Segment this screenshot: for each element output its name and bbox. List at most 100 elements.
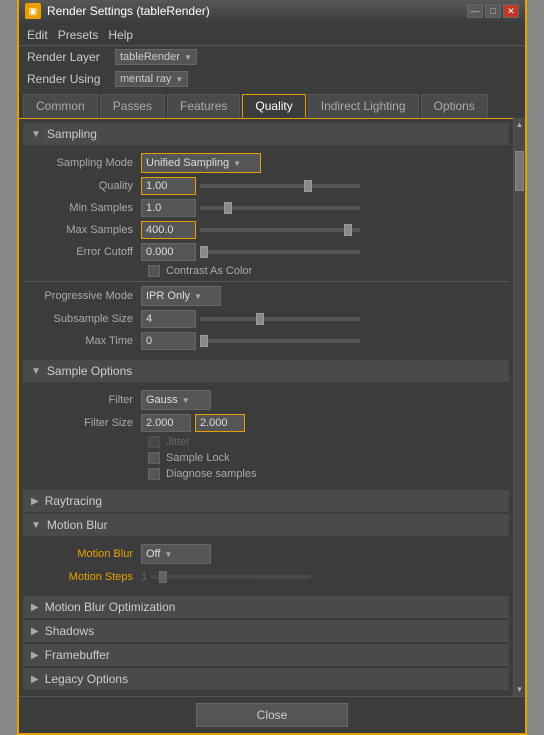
motion-blur-title: Motion Blur [47, 518, 108, 532]
progressive-mode-row: Progressive Mode IPR Only ▼ [23, 284, 509, 308]
motion-blur-optimization-header[interactable]: ▶ Motion Blur Optimization [23, 596, 509, 618]
tab-options[interactable]: Options [421, 94, 488, 118]
tab-common[interactable]: Common [23, 94, 98, 118]
close-bar: Close [19, 696, 525, 733]
max-time-input[interactable] [141, 332, 196, 350]
motion-steps-control: 1 [141, 571, 501, 583]
close-button[interactable]: Close [196, 703, 349, 727]
render-layer-dropdown[interactable]: tableRender ▼ [115, 49, 197, 65]
sampling-mode-control: Unified Sampling ▼ [141, 153, 501, 173]
tab-passes[interactable]: Passes [100, 94, 165, 118]
sampling-mode-dropdown[interactable]: Unified Sampling ▼ [141, 153, 261, 173]
sample-options-title: Sample Options [47, 364, 132, 378]
sampling-mode-arrow: ▼ [233, 159, 241, 168]
motion-steps-slider[interactable] [151, 575, 311, 579]
filter-dropdown[interactable]: Gauss ▼ [141, 390, 211, 410]
shadows-title: Shadows [45, 624, 94, 638]
diagnose-samples-checkbox[interactable] [148, 468, 160, 480]
tab-quality[interactable]: Quality [242, 94, 305, 118]
filter-size-control [141, 414, 501, 432]
sample-lock-row: Sample Lock [23, 450, 509, 466]
shadows-header[interactable]: ▶ Shadows [23, 620, 509, 642]
motion-steps-value: 1 [141, 571, 147, 583]
quality-input[interactable] [141, 177, 196, 195]
menu-edit[interactable]: Edit [27, 28, 48, 42]
motion-steps-row: Motion Steps 1 [23, 566, 509, 588]
tab-features[interactable]: Features [167, 94, 240, 118]
sample-options-toggle-icon: ▼ [31, 366, 41, 377]
max-samples-input[interactable] [141, 221, 196, 239]
min-samples-row: Min Samples [23, 197, 509, 219]
render-using-row: Render Using mental ray ▼ [19, 68, 525, 90]
window-close-button[interactable]: ✕ [503, 4, 519, 18]
content-area: ▼ Sampling Sampling Mode Unified Samplin… [19, 118, 513, 696]
scroll-down-arrow[interactable]: ▼ [514, 683, 525, 696]
error-cutoff-row: Error Cutoff [23, 241, 509, 263]
menu-bar: Edit Presets Help [19, 25, 525, 46]
filter-arrow: ▼ [182, 396, 190, 405]
sample-options-header[interactable]: ▼ Sample Options [23, 360, 509, 382]
motion-blur-optimization-section: ▶ Motion Blur Optimization [23, 596, 509, 618]
render-using-label: Render Using [27, 72, 107, 86]
error-cutoff-input[interactable] [141, 243, 196, 261]
subsample-size-slider[interactable] [200, 317, 360, 321]
raytracing-section: ▶ Raytracing [23, 490, 509, 512]
raytracing-title: Raytracing [45, 494, 102, 508]
sample-lock-label: Sample Lock [166, 452, 230, 464]
contrast-as-color-checkbox[interactable] [148, 265, 160, 277]
subsample-size-row: Subsample Size [23, 308, 509, 330]
minimize-button[interactable]: — [467, 4, 483, 18]
filter-size-input-1[interactable] [141, 414, 191, 432]
error-cutoff-slider[interactable] [200, 250, 360, 254]
render-using-dropdown[interactable]: mental ray ▼ [115, 71, 188, 87]
legacy-options-toggle-icon: ▶ [31, 674, 39, 685]
filter-size-input-2[interactable] [195, 414, 245, 432]
max-time-label: Max Time [31, 335, 141, 347]
filter-size-label: Filter Size [31, 417, 141, 429]
motion-blur-header[interactable]: ▼ Motion Blur [23, 514, 509, 536]
min-samples-slider[interactable] [200, 206, 360, 210]
sampling-mode-value: Unified Sampling [146, 157, 229, 169]
progressive-mode-dropdown[interactable]: IPR Only ▼ [141, 286, 221, 306]
shadows-toggle-icon: ▶ [31, 626, 39, 637]
progressive-mode-value: IPR Only [146, 290, 190, 302]
app-icon: ▣ [25, 3, 41, 19]
menu-presets[interactable]: Presets [58, 28, 99, 42]
quality-slider[interactable] [200, 184, 360, 188]
framebuffer-title: Framebuffer [45, 648, 110, 662]
motion-blur-dropdown[interactable]: Off ▼ [141, 544, 211, 564]
menu-help[interactable]: Help [108, 28, 133, 42]
jitter-checkbox[interactable] [148, 436, 160, 448]
max-time-control [141, 332, 501, 350]
subsample-size-label: Subsample Size [31, 313, 141, 325]
sampling-section-body: Sampling Mode Unified Sampling ▼ Quality [23, 145, 509, 358]
raytracing-header[interactable]: ▶ Raytracing [23, 490, 509, 512]
jitter-row: Jitter [23, 434, 509, 450]
framebuffer-header[interactable]: ▶ Framebuffer [23, 644, 509, 666]
min-samples-input[interactable] [141, 199, 196, 217]
motion-blur-arrow: ▼ [164, 550, 172, 559]
subsample-size-input[interactable] [141, 310, 196, 328]
motion-blur-section: ▼ Motion Blur Motion Blur Off ▼ [23, 514, 509, 594]
framebuffer-toggle-icon: ▶ [31, 650, 39, 661]
scroll-thumb[interactable] [515, 151, 524, 191]
max-samples-control [141, 221, 501, 239]
max-time-slider[interactable] [200, 339, 360, 343]
sample-lock-checkbox[interactable] [148, 452, 160, 464]
vertical-scrollbar[interactable]: ▲ ▼ [513, 118, 525, 696]
scroll-up-arrow[interactable]: ▲ [514, 118, 525, 131]
contrast-as-color-row: Contrast As Color [23, 263, 509, 279]
tab-indirect-lighting[interactable]: Indirect Lighting [308, 94, 419, 118]
legacy-options-header[interactable]: ▶ Legacy Options [23, 668, 509, 690]
restore-button[interactable]: □ [485, 4, 501, 18]
min-samples-label: Min Samples [31, 202, 141, 214]
render-layer-arrow: ▼ [184, 53, 192, 62]
progressive-mode-arrow: ▼ [194, 292, 202, 301]
motion-blur-control: Off ▼ [141, 544, 501, 564]
progressive-mode-control: IPR Only ▼ [141, 286, 501, 306]
legacy-options-section: ▶ Legacy Options [23, 668, 509, 690]
motion-blur-value: Off [146, 548, 160, 560]
sampling-section-header[interactable]: ▼ Sampling [23, 123, 509, 145]
max-samples-slider[interactable] [200, 228, 360, 232]
render-layer-label: Render Layer [27, 50, 107, 64]
